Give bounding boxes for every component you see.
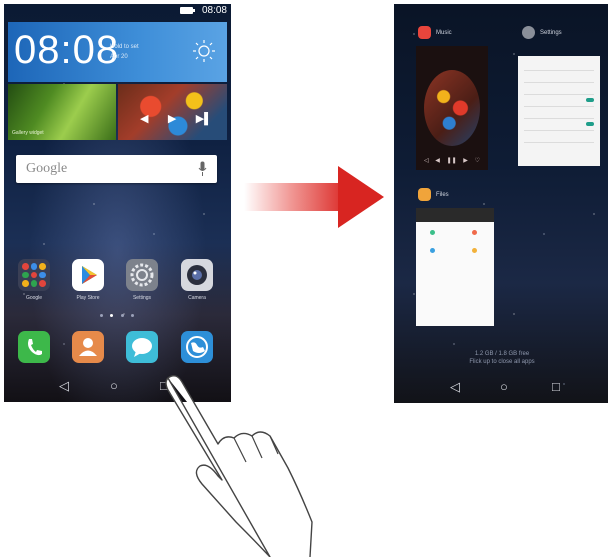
back-button[interactable]: ◁	[450, 379, 460, 395]
navigation-bar: ◁ ○ □	[394, 369, 608, 403]
memory-caption: 1.2 GB / 1.8 GB free Flick up to close a…	[452, 350, 552, 366]
contacts-app[interactable]	[72, 331, 104, 363]
search-input[interactable]: Google	[26, 161, 67, 177]
app-label: Settings	[132, 295, 152, 301]
clock-weather-widget[interactable]: 08:08 Hold to set Apr 20	[8, 22, 227, 82]
recent-card-music[interactable]: ◁ ◀ ❚❚ ▶ ♡	[416, 46, 488, 170]
camera-app[interactable]	[181, 259, 213, 291]
recent-apps-button[interactable]: □	[552, 379, 560, 394]
card-header	[416, 208, 494, 222]
gallery-caption: Gallery widget	[12, 130, 44, 136]
hand-gesture-icon	[165, 375, 313, 557]
app-label: Camera	[188, 295, 206, 301]
play-store-icon	[82, 266, 97, 284]
home-screen-phone: 08:08 08:08 Hold to set Apr 20 Gallery w…	[4, 4, 231, 402]
recent-apps-phone: Music ◁ ◀ ❚❚ ▶ ♡ Settings Files 1.2 GB / 1.8…	[394, 4, 608, 403]
app-label: Play Store	[76, 295, 100, 301]
gallery-widget[interactable]: Gallery widget	[8, 84, 116, 140]
toggle-switch	[586, 98, 594, 102]
settings-app[interactable]	[126, 259, 158, 291]
app-label: Google	[25, 295, 43, 301]
card-title: Files	[436, 192, 449, 198]
home-button[interactable]: ○	[110, 378, 118, 393]
search-bar[interactable]: Google	[16, 155, 217, 183]
previous-icon[interactable]: ◀	[140, 112, 148, 125]
close-all-hint: Flick up to close all apps	[469, 359, 535, 365]
toggle-switch	[586, 122, 594, 126]
play-store-app[interactable]	[72, 259, 104, 291]
next-icon[interactable]: ▶▌	[196, 112, 212, 125]
clock-date: Apr 20	[110, 54, 128, 60]
gear-icon	[130, 263, 154, 287]
page-indicator	[100, 314, 134, 317]
settings-app-icon	[522, 26, 535, 39]
recent-card-files[interactable]	[416, 208, 494, 326]
folder-grid	[22, 263, 46, 287]
back-button[interactable]: ◁	[59, 378, 69, 394]
google-folder[interactable]	[18, 259, 50, 291]
music-controls: ◀ ▶ ▶▌	[140, 112, 212, 125]
play-icon[interactable]: ▶	[168, 112, 176, 125]
phone-app[interactable]	[18, 331, 50, 363]
recent-card-settings[interactable]	[518, 56, 600, 166]
messages-app[interactable]	[126, 331, 158, 363]
clock-subtitle: Hold to set	[110, 44, 139, 50]
album-art	[424, 70, 480, 146]
home-button[interactable]: ○	[500, 379, 508, 394]
contacts-icon	[79, 338, 97, 356]
files-app-icon	[418, 188, 431, 201]
card-title: Settings	[540, 30, 562, 36]
music-mini-controls: ◁ ◀ ❚❚ ▶ ♡	[424, 158, 480, 164]
music-widget[interactable]: ◀ ▶ ▶▌	[118, 84, 227, 140]
battery-icon	[180, 7, 195, 14]
message-icon	[132, 338, 152, 357]
transition-arrow-head	[338, 166, 384, 228]
card-title: Music	[436, 30, 452, 36]
phone-icon	[28, 339, 42, 356]
globe-icon	[186, 336, 208, 358]
memory-free-text: 1.2 GB / 1.8 GB free	[474, 351, 530, 357]
camera-icon	[187, 265, 207, 285]
sun-icon	[193, 40, 215, 62]
status-bar: 08:08	[4, 4, 231, 18]
browser-app[interactable]	[181, 331, 213, 363]
transition-arrow-shaft	[244, 183, 344, 211]
status-time: 08:08	[201, 5, 227, 16]
clock-time: 08:08	[14, 28, 120, 72]
music-app-icon	[418, 26, 431, 39]
microphone-icon[interactable]	[198, 161, 207, 177]
